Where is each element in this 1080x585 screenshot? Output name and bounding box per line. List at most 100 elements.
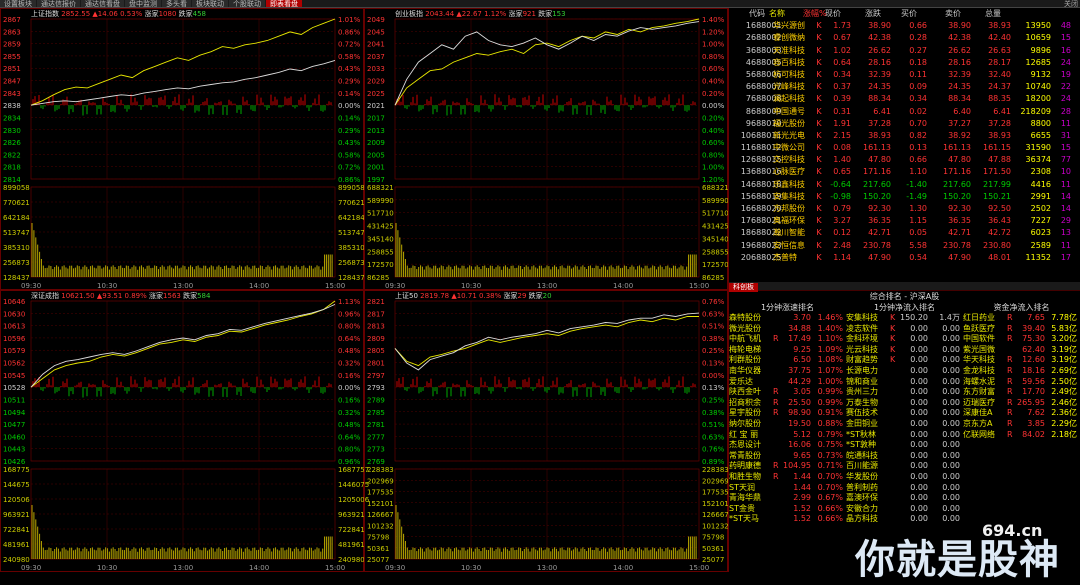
- ranking-row[interactable]: 海螺水泥 R 59.56 2.50亿: [963, 377, 1080, 388]
- ranking-row[interactable]: 金科环境 K 0.00 0.00: [846, 334, 963, 345]
- ranking-row[interactable]: 华天科技 R 12.60 3.19亿: [963, 355, 1080, 366]
- quote-row[interactable]: 8 688009 中国通号 K 0.31 6.41 0.02 6.40 6.41 218209 28: [729, 106, 1080, 118]
- quote-col-header[interactable]: 卖价: [917, 8, 961, 20]
- quote-row[interactable]: 19 688023 安恒信息 K 2.48 230.78 5.58 230.78 230.80 2…: [729, 240, 1080, 252]
- ranking-row[interactable]: 陕西金叶 R 3.05 0.99%: [729, 387, 846, 398]
- ranking-row[interactable]: ST天润 1.44 0.70%: [729, 483, 846, 494]
- ranking-row[interactable]: [963, 461, 1080, 472]
- quote-col-header[interactable]: 名称: [765, 8, 803, 20]
- ranking-row[interactable]: 普利制药 0.00 0.00: [846, 483, 963, 494]
- ranking-row[interactable]: 星宇股份 R 98.90 0.91%: [729, 408, 846, 419]
- quote-col-header[interactable]: 涨幅%: [803, 8, 827, 20]
- ranking-row[interactable]: 森特股份 3.70 1.46%: [729, 313, 846, 324]
- ranking-row[interactable]: [963, 493, 1080, 504]
- tab-5[interactable]: 板块联动: [192, 0, 228, 7]
- ranking-row[interactable]: 利群股份 6.50 1.08%: [729, 355, 846, 366]
- ranking-row[interactable]: 金田铜业 0.00 0.00: [846, 419, 963, 430]
- quote-row[interactable]: 17 688021 奥福环保 K 3.27 36.35 1.15 36.35 36.43 7227…: [729, 215, 1080, 227]
- ranking-row[interactable]: 深康佳A R 7.62 2.36亿: [963, 408, 1080, 419]
- index-panel-2[interactable]: 深证成指 10621.50 ▲93.51 0.89% 涨家1563 跌家584 1…: [0, 290, 370, 572]
- ranking-row[interactable]: 金龙科技 R 18.16 2.69亿: [963, 366, 1080, 377]
- quote-row[interactable]: 16 688020 方邦股份 K 0.79 92.30 1.30 92.30 92.50 2502…: [729, 203, 1080, 215]
- ranking-row[interactable]: 安徽合力 0.00 0.00: [846, 504, 963, 515]
- index-panel-1[interactable]: 创业板指 2043.44 ▲22.67 1.12% 涨家921 跌家153 204…: [364, 8, 729, 290]
- quote-col-header[interactable]: 总量: [961, 8, 1001, 20]
- index-panel-0[interactable]: 上证指数 2852.55 ▲14.06 0.53% 涨家1080 跌家458 28…: [0, 8, 365, 290]
- ranking-row[interactable]: 杰恩设计 16.06 0.75%: [729, 440, 846, 451]
- ranking-row[interactable]: 常青股份 9.65 0.73%: [729, 451, 846, 462]
- ranking-row[interactable]: 京东方A R 3.85 2.29亿: [963, 419, 1080, 430]
- ranking-row[interactable]: 财富趋势 K 0.00 0.00: [846, 355, 963, 366]
- quote-col-header[interactable]: 买价: [881, 8, 917, 20]
- tab-7[interactable]: 即表看盘: [266, 0, 302, 7]
- quote-row[interactable]: 4 688005 容百科技 K 0.64 28.16 0.18 28.16 28.17 12685…: [729, 57, 1080, 69]
- ranking-tab-kcb[interactable]: 科创板: [729, 283, 758, 292]
- ranking-row[interactable]: [963, 483, 1080, 494]
- quote-row[interactable]: 7 688008 澜起科技 K 0.39 88.34 0.34 88.34 88.35 18200…: [729, 93, 1080, 105]
- index-panel-3[interactable]: 上证50 2819.78 ▲10.71 0.38% 涨家29 跌家20 2821 0…: [364, 290, 729, 572]
- quote-row[interactable]: 3 688003 天准科技 K 1.02 26.62 0.27 26.62 26.63 9896 1…: [729, 45, 1080, 57]
- ranking-header-inflow[interactable]: 资金净流入排名: [963, 302, 1080, 313]
- ranking-row[interactable]: 微光股份 34.88 1.40%: [729, 324, 846, 335]
- quote-row[interactable]: 9 688010 福光股份 K 1.91 37.28 0.70 37.27 37.28 8800 1…: [729, 118, 1080, 130]
- quote-row[interactable]: 20 688025 杰普特 K 1.14 47.90 0.54 47.90 48.01 11352…: [729, 252, 1080, 264]
- tab-2[interactable]: 通达信看盘: [81, 0, 124, 7]
- ranking-row[interactable]: [963, 440, 1080, 451]
- ranking-row[interactable]: 长源电力 0.00 0.00: [846, 366, 963, 377]
- ranking-row[interactable]: *ST敦种 0.00 0.00: [846, 440, 963, 451]
- ranking-row[interactable]: 皖通科技 0.00 0.00: [846, 451, 963, 462]
- ranking-row[interactable]: 迈瑞医疗 R 265.95 2.46亿: [963, 398, 1080, 409]
- ranking-row[interactable]: 和胜生物 R 1.44 0.70%: [729, 472, 846, 483]
- ranking-row[interactable]: 药明康德 R 104.95 0.71%: [729, 461, 846, 472]
- tab-4[interactable]: 多头看: [162, 0, 191, 7]
- quote-row[interactable]: 5 688006 杭可科技 K 0.34 32.39 0.11 32.39 32.40 9132 1…: [729, 69, 1080, 81]
- ranking-row[interactable]: ST金贵 1.52 0.66%: [729, 504, 846, 515]
- ranking-row[interactable]: [963, 472, 1080, 483]
- ranking-row[interactable]: 南华仪器 37.75 1.07%: [729, 366, 846, 377]
- quote-col-header[interactable]: [1001, 8, 1041, 20]
- quote-row[interactable]: 18 688022 瀚川智能 K 0.12 42.71 0.05 42.71 42.72 6023…: [729, 227, 1080, 239]
- quote-col-header[interactable]: 现价: [815, 8, 841, 20]
- quote-row[interactable]: 10 688011 新光光电 K 2.15 38.93 0.82 38.92 38.93 6655…: [729, 130, 1080, 142]
- tab-1[interactable]: 通达信报价: [37, 0, 80, 7]
- ranking-row[interactable]: *ST天马 1.52 0.66%: [729, 514, 846, 525]
- ranking-row[interactable]: 嘉澳环保 0.00 0.00: [846, 493, 963, 504]
- close-link[interactable]: 关闭: [1064, 0, 1080, 7]
- ranking-row[interactable]: [963, 504, 1080, 515]
- ranking-row[interactable]: 东方财富 R 17.70 2.49亿: [963, 387, 1080, 398]
- ranking-row[interactable]: 中航飞机 R 17.49 1.10%: [729, 334, 846, 345]
- quote-row[interactable]: 2 688002 睿创微纳 K 0.67 42.38 0.28 42.38 42.40 10659…: [729, 32, 1080, 44]
- ranking-row[interactable]: 赛伍技术 0.00 0.00: [846, 408, 963, 419]
- ranking-row[interactable]: 亿联网络 R 84.02 2.18亿: [963, 430, 1080, 441]
- ranking-header-inflow-1min[interactable]: 1分钟净流入排名: [846, 302, 963, 313]
- ranking-row[interactable]: *ST秋林 0.00 0.00: [846, 430, 963, 441]
- quote-col-header[interactable]: 涨跌: [841, 8, 881, 20]
- tab-0[interactable]: 设置板块: [0, 0, 36, 7]
- ranking-row[interactable]: 梅轮电梯 9.25 1.09%: [729, 345, 846, 356]
- quote-row[interactable]: 1 688001 华兴源创 K 1.73 38.90 0.66 38.90 38.93 13950…: [729, 20, 1080, 32]
- ranking-row[interactable]: 中国软件 R 75.30 3.20亿: [963, 334, 1080, 345]
- ranking-row[interactable]: [963, 451, 1080, 462]
- ranking-row[interactable]: 华发股份 0.00 0.00: [846, 472, 963, 483]
- quote-col-header[interactable]: [729, 8, 743, 20]
- ranking-row[interactable]: 凌志软件 K 0.00 0.00: [846, 324, 963, 335]
- quote-row[interactable]: 13 688016 心脉医疗 K 0.65 171.16 1.10 171.16 171.50 2…: [729, 166, 1080, 178]
- ranking-row[interactable]: 纳尔股份 19.50 0.88%: [729, 419, 846, 430]
- quote-row[interactable]: 15 688019 安集科技 K -0.98 150.20 -1.49 150.20 150.2…: [729, 191, 1080, 203]
- ranking-row[interactable]: 爱乐达 44.29 1.00%: [729, 377, 846, 388]
- ranking-row[interactable]: 晶方科技 0.00 0.00: [846, 514, 963, 525]
- quote-row[interactable]: 14 688018 乐鑫科技 K -0.64 217.60 -1.40 217.60 217.9…: [729, 179, 1080, 191]
- ranking-row[interactable]: 万泰生物 0.00 0.00: [846, 398, 963, 409]
- ranking-row[interactable]: 紫光国微 62.40 3.19亿: [963, 345, 1080, 356]
- ranking-row[interactable]: 安集科技 K 150.20 1.4万: [846, 313, 963, 324]
- quote-row[interactable]: 12 688015 交控科技 K 1.40 47.80 0.66 47.80 47.88 3637…: [729, 154, 1080, 166]
- ranking-row[interactable]: 招商积余 R 25.50 0.99%: [729, 398, 846, 409]
- quote-col-header[interactable]: 代码: [743, 8, 765, 20]
- ranking-header-speed[interactable]: 1分钟涨速排名: [729, 302, 846, 313]
- quote-row[interactable]: 11 688012 中微公司 K 0.08 161.13 0.13 161.13 161.15 3…: [729, 142, 1080, 154]
- ranking-row[interactable]: 红 宝 丽 5.12 0.79%: [729, 430, 846, 441]
- ranking-row[interactable]: 贵州三力 0.00 0.00: [846, 387, 963, 398]
- quote-row[interactable]: 6 688007 光峰科技 K 0.37 24.35 0.09 24.35 24.37 10740…: [729, 81, 1080, 93]
- ranking-row[interactable]: 光云科技 K 0.00 0.00: [846, 345, 963, 356]
- ranking-row[interactable]: 锦和商业 0.00 0.00: [846, 377, 963, 388]
